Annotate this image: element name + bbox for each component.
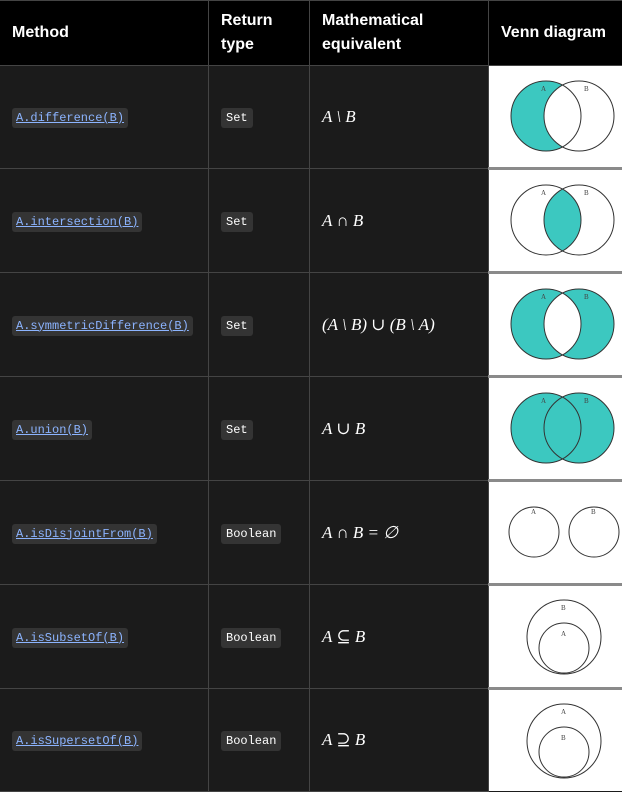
method-link[interactable]: A.difference(B) — [12, 108, 128, 128]
return-type: Set — [221, 420, 253, 440]
venn-label-a: A — [541, 397, 546, 405]
math-expression: A \ B — [322, 107, 356, 126]
venn-union: A B — [489, 378, 622, 479]
venn-label-outer: B — [561, 604, 566, 612]
venn-label-inner: A — [561, 630, 566, 638]
math-expression: A ∩ B = ∅ — [322, 523, 398, 542]
method-link[interactable]: A.intersection(B) — [12, 212, 142, 232]
return-type: Set — [221, 316, 253, 336]
math-expression: A ∩ B — [322, 211, 363, 230]
table-row: A.isDisjointFrom(B) Boolean A ∩ B = ∅ A … — [0, 481, 622, 585]
method-link[interactable]: A.union(B) — [12, 420, 92, 440]
header-row: Method Return type Mathematical equivale… — [0, 1, 622, 66]
venn-label-b: B — [584, 189, 589, 197]
venn-label-a: A — [541, 85, 546, 93]
header-method: Method — [0, 1, 209, 66]
venn-label-a: A — [531, 508, 536, 516]
header-return-type: Return type — [209, 1, 310, 66]
method-link[interactable]: A.isSubsetOf(B) — [12, 628, 128, 648]
venn-superset: A B — [489, 690, 622, 791]
venn-label-a: A — [541, 293, 546, 301]
venn-disjoint: A B — [489, 482, 622, 583]
math-expression: A ⊆ B — [322, 627, 365, 646]
venn-symmetric-difference: A B — [489, 274, 622, 375]
table-row: A.symmetricDifference(B) Set (A \ B) ∪ (… — [0, 273, 622, 377]
return-type: Boolean — [221, 524, 281, 544]
table-row: A.isSupersetOf(B) Boolean A ⊇ B A B — [0, 689, 622, 792]
return-type: Set — [221, 108, 253, 128]
venn-intersection: A B — [489, 170, 622, 271]
return-type: Boolean — [221, 628, 281, 648]
method-link[interactable]: A.isSupersetOf(B) — [12, 731, 142, 751]
table-row: A.difference(B) Set A \ B A B — [0, 66, 622, 169]
return-type: Boolean — [221, 731, 281, 751]
table-row: A.isSubsetOf(B) Boolean A ⊆ B B A — [0, 585, 622, 689]
math-expression: A ∪ B — [322, 419, 365, 438]
math-expression: A ⊇ B — [322, 730, 365, 749]
return-type: Set — [221, 212, 253, 232]
table-row: A.intersection(B) Set A ∩ B A B — [0, 169, 622, 273]
header-venn: Venn diagram — [489, 1, 622, 66]
method-link[interactable]: A.isDisjointFrom(B) — [12, 524, 157, 544]
venn-subset: B A — [489, 586, 622, 687]
set-methods-table: Method Return type Mathematical equivale… — [0, 0, 622, 792]
method-link[interactable]: A.symmetricDifference(B) — [12, 316, 193, 336]
table-row: A.union(B) Set A ∪ B A B — [0, 377, 622, 481]
venn-label-inner: B — [561, 734, 566, 742]
venn-label-b: B — [584, 85, 589, 93]
venn-label-a: A — [541, 189, 546, 197]
venn-difference: A B — [489, 66, 622, 167]
venn-label-b: B — [591, 508, 596, 516]
header-math: Mathematical equivalent — [310, 1, 489, 66]
math-expression: (A \ B) ∪ (B \ A) — [322, 315, 435, 334]
venn-label-b: B — [584, 293, 589, 301]
venn-label-b: B — [584, 397, 589, 405]
venn-label-outer: A — [561, 708, 566, 716]
